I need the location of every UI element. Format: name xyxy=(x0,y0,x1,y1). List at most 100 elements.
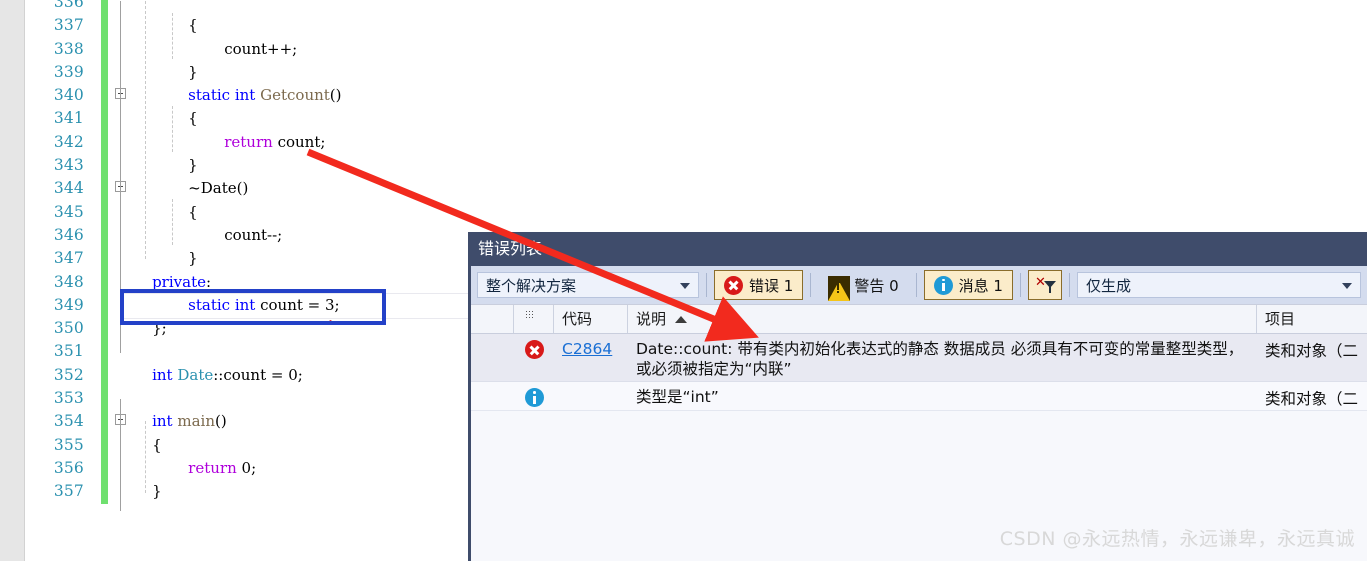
warnings-filter-button[interactable]: 警告 0 xyxy=(818,270,908,301)
code-text: } xyxy=(188,62,198,81)
structure-guide xyxy=(120,399,121,511)
errors-filter-button[interactable]: 错误 1 xyxy=(714,270,804,300)
line-number: 341 xyxy=(53,109,84,128)
row-select-cell[interactable] xyxy=(471,382,514,410)
indent-guide xyxy=(172,199,173,245)
change-bar xyxy=(101,456,108,481)
row-severity-cell xyxy=(514,382,554,410)
line-number: 340 xyxy=(53,86,84,105)
column-header-description-label: 说明 xyxy=(636,310,667,328)
column-header-select[interactable] xyxy=(471,305,514,333)
change-bar xyxy=(101,177,108,201)
scope-dropdown-value: 整个解决方案 xyxy=(486,276,577,295)
code-line[interactable]: 353 xyxy=(0,387,470,411)
line-number: 357 xyxy=(53,482,84,501)
line-number: 352 xyxy=(53,365,84,384)
row-project-cell: 类和对象（二 xyxy=(1265,390,1359,408)
code-text: int main() xyxy=(152,412,227,431)
clear-filter-button[interactable]: ✕ xyxy=(1027,270,1062,300)
build-filter-dropdown[interactable]: 仅生成 xyxy=(1076,272,1361,298)
error-table-header[interactable]: 代码 说明 项目 xyxy=(471,304,1367,334)
table-row[interactable]: 类型是“int” 类和对象（二 xyxy=(471,382,1367,411)
change-bar xyxy=(101,247,108,271)
code-line[interactable]: 346 count--; xyxy=(0,223,470,248)
code-line[interactable]: 337 { xyxy=(0,14,470,38)
code-text: { xyxy=(188,109,198,128)
error-icon xyxy=(524,340,544,359)
highlight-box xyxy=(120,289,386,325)
code-line[interactable]: 339} xyxy=(0,60,470,85)
code-text: count++; xyxy=(224,39,298,58)
clear-filter-icon: ✕ xyxy=(1035,275,1056,295)
toolbar-separator xyxy=(706,273,707,297)
code-line[interactable]: 352 int Date::count = 0; xyxy=(0,363,470,388)
code-line[interactable]: 345 { xyxy=(0,200,470,224)
change-bar xyxy=(101,223,108,248)
row-select-cell[interactable] xyxy=(471,334,514,381)
code-line[interactable]: 355 { xyxy=(0,433,470,457)
code-line[interactable]: 342 return count; xyxy=(0,130,470,155)
structure-guide xyxy=(120,87,121,180)
code-text: return count; xyxy=(224,132,326,151)
code-line[interactable]: 354 int main() xyxy=(0,410,470,434)
code-line[interactable]: 341 { xyxy=(0,107,470,131)
chevron-down-icon xyxy=(680,283,690,289)
change-bar xyxy=(101,60,108,85)
error-code-link[interactable]: C2864 xyxy=(562,340,612,358)
change-bar xyxy=(101,317,108,341)
row-description-cell: Date::count: 带有类内初始化表达式的静态 数据成员 必须具有不可变的… xyxy=(636,340,1244,378)
row-severity-cell xyxy=(514,334,554,381)
line-number: 355 xyxy=(53,435,84,454)
column-header-code[interactable]: 代码 xyxy=(554,305,628,333)
line-number: 350 xyxy=(53,319,84,338)
code-lines[interactable]: 336 337{338 count++; 339} 340 static int Getc… xyxy=(0,0,470,511)
row-code-cell[interactable] xyxy=(554,382,628,410)
code-text: { xyxy=(188,16,198,35)
line-number: 336 xyxy=(53,0,84,11)
line-number: 343 xyxy=(53,156,84,175)
code-text: static int Getcount() xyxy=(188,86,342,105)
line-number: 348 xyxy=(53,272,84,291)
error-icon xyxy=(724,275,743,295)
code-line[interactable]: 351 xyxy=(0,340,470,364)
indent-guide xyxy=(145,421,146,493)
code-line[interactable]: 336 xyxy=(0,0,470,15)
code-line[interactable]: 344 ~Date() xyxy=(0,177,470,201)
code-text: count--; xyxy=(224,225,283,244)
structure-guide xyxy=(120,180,121,273)
code-text: { xyxy=(152,435,162,454)
line-number: 347 xyxy=(53,249,84,268)
line-number: 338 xyxy=(53,39,84,58)
row-code-cell[interactable]: C2864 xyxy=(554,334,628,381)
scope-dropdown[interactable]: 整个解决方案 xyxy=(477,272,699,298)
info-icon xyxy=(524,388,544,407)
code-line[interactable]: 357} xyxy=(0,480,470,504)
row-project-cell: 类和对象（二 xyxy=(1265,342,1359,360)
severity-glyph-icon xyxy=(525,310,534,318)
error-list-title: 错误列表 xyxy=(471,232,1367,266)
error-list-toolbar[interactable]: 整个解决方案 错误 1 警告 0 消息 1 ✕ 仅生成 xyxy=(471,266,1367,304)
line-number: 354 xyxy=(53,412,84,431)
watermark: CSDN @永远热情，永远谦卑，永远真诚 xyxy=(999,528,1355,550)
column-header-project[interactable]: 项目 xyxy=(1257,305,1367,333)
line-number: 339 xyxy=(53,62,84,81)
change-bar xyxy=(101,433,108,457)
column-header-severity-icon[interactable] xyxy=(514,305,554,333)
change-bar xyxy=(101,200,108,224)
code-line[interactable]: 338 count++; xyxy=(0,37,470,61)
line-number: 349 xyxy=(53,295,84,314)
structure-guide xyxy=(120,1,121,87)
code-line[interactable]: 347} xyxy=(0,247,470,271)
change-bar xyxy=(101,410,108,434)
sort-ascending-icon xyxy=(675,316,688,323)
code-line[interactable]: 340 static int Getcount() xyxy=(0,84,470,108)
change-bar xyxy=(101,0,108,15)
code-editor[interactable]: 336 337{338 count++; 339} 340 static int Getc… xyxy=(0,0,470,561)
column-header-description[interactable]: 说明 xyxy=(628,305,1257,333)
code-line[interactable]: 356 return 0; xyxy=(0,456,470,481)
error-list-panel[interactable]: 错误列表 整个解决方案 错误 1 警告 0 消息 1 ✕ 仅生成 代码 说明 项… xyxy=(468,232,1367,561)
indent-guide xyxy=(172,13,173,59)
table-row[interactable]: C2864 Date::count: 带有类内初始化表达式的静态 数据成员 必须… xyxy=(471,334,1367,382)
messages-filter-button[interactable]: 消息 1 xyxy=(923,270,1013,300)
code-line[interactable]: 343} xyxy=(0,154,470,178)
